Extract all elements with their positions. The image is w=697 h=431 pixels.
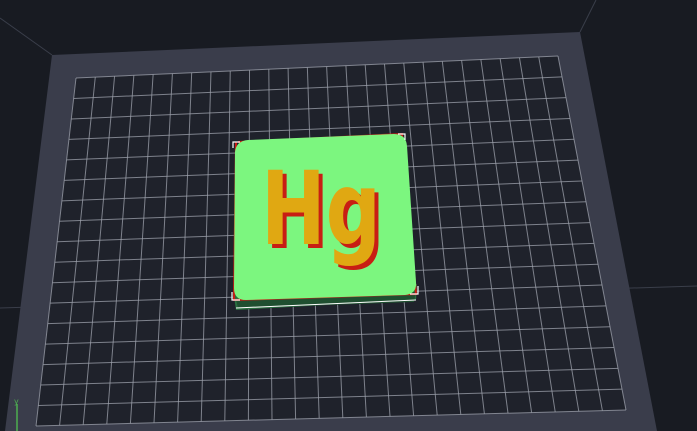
scene-canvas[interactable]: Hg Hg y (0, 0, 697, 431)
y-axis-label: y (14, 397, 19, 406)
3d-viewport[interactable]: Hg Hg y (0, 0, 697, 431)
model-object[interactable]: Hg Hg (231, 132, 419, 310)
model-label: Hg (261, 150, 381, 269)
